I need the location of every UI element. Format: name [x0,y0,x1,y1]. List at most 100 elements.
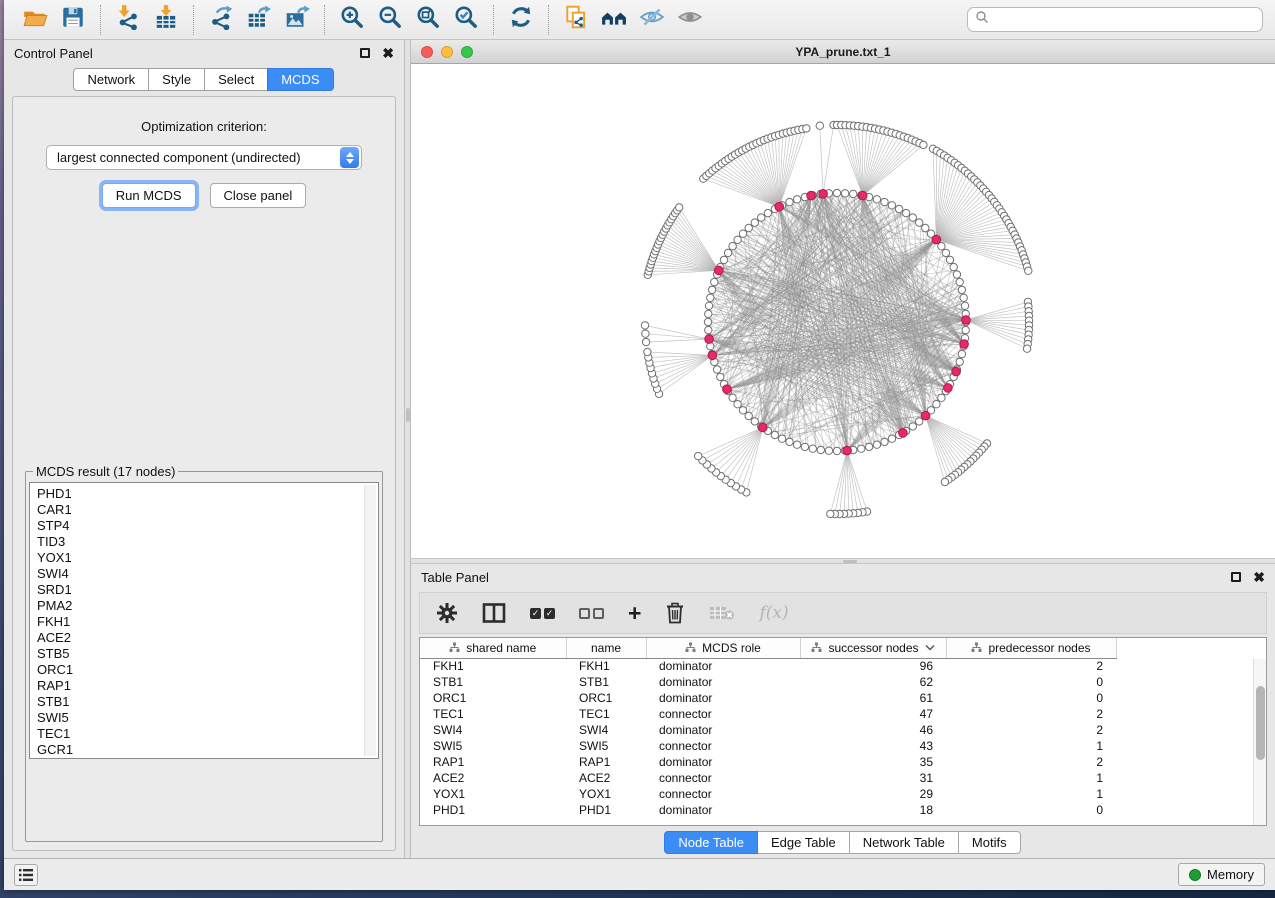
task-history-button[interactable] [14,864,38,886]
table-row[interactable]: TEC1TEC1connector472 [420,706,1116,722]
graph-node[interactable] [888,435,895,442]
mcds-result-item[interactable]: SWI4 [37,566,360,582]
graph-node[interactable] [695,452,702,459]
dominator-node[interactable] [960,340,969,349]
table-cell[interactable]: ORC1 [420,690,566,706]
graph-node[interactable] [895,205,902,212]
graph-node[interactable] [841,190,848,197]
delete-table-button[interactable] [709,598,735,628]
mcds-list-scrollbar[interactable] [364,485,376,756]
float-panel-icon[interactable] [360,48,370,58]
dominator-node[interactable] [858,191,867,200]
tab-network-table[interactable]: Network Table [849,831,959,854]
float-panel-icon[interactable] [1231,572,1241,582]
dominator-node[interactable] [944,384,953,393]
table-row[interactable]: YOX1YOX1connector291 [420,786,1116,802]
graph-node[interactable] [916,219,923,226]
optimization-criterion-select[interactable]: largest connected component (undirected) [46,145,362,170]
zoom-out-button[interactable] [374,4,406,36]
show-all-button[interactable] [674,4,706,36]
table-cell[interactable]: RAP1 [566,754,646,770]
open-file-button[interactable] [19,4,51,36]
dominator-node[interactable] [899,429,908,438]
table-cell[interactable]: FKH1 [420,658,566,674]
table-row[interactable]: RAP1RAP1dominator352 [420,754,1116,770]
table-cell[interactable]: SWI4 [566,722,646,738]
table-cell[interactable]: SWI5 [566,738,646,754]
vertical-splitter[interactable] [404,40,411,858]
graph-node[interactable] [713,366,720,373]
graph-node[interactable] [778,435,785,442]
mcds-result-item[interactable]: TEC1 [37,726,360,742]
function-builder-button[interactable]: f(x) [759,598,788,628]
table-cell[interactable]: connector [646,786,800,802]
table-cell[interactable]: 2 [946,658,1116,674]
table-cell[interactable]: SWI5 [420,738,566,754]
table-cell[interactable]: 0 [946,802,1116,818]
table-cell[interactable]: YOX1 [420,786,566,802]
clone-network-button[interactable] [560,4,592,36]
graph-node[interactable] [956,358,963,365]
graph-node[interactable] [1025,267,1032,274]
graph-node[interactable] [793,196,800,203]
table-cell[interactable]: 35 [800,754,946,770]
graph-node[interactable] [786,438,793,445]
graph-node[interactable] [958,286,965,293]
search-input[interactable] [994,12,1255,28]
graph-node[interactable] [902,209,909,216]
delete-column-button[interactable] [665,598,685,628]
dominator-node[interactable] [952,367,961,376]
graph-node[interactable] [676,204,683,211]
graph-node[interactable] [833,447,840,454]
save-session-button[interactable] [57,4,89,36]
graph-node[interactable] [751,418,758,425]
run-mcds-button[interactable]: Run MCDS [102,183,196,208]
graph-node[interactable] [717,373,724,380]
table-cell[interactable]: STB1 [566,674,646,690]
mcds-result-item[interactable]: YOX1 [37,550,360,566]
refresh-view-button[interactable] [505,4,537,36]
table-row[interactable]: ORC1ORC1dominator610 [420,690,1116,706]
hide-selected-button[interactable] [636,4,668,36]
deselect-all-rows-button[interactable] [579,598,604,628]
close-panel-button[interactable]: Close panel [210,183,307,208]
table-scrollbar[interactable] [1253,659,1266,825]
graph-node[interactable] [809,445,816,452]
dominator-node[interactable] [775,202,784,211]
graph-node[interactable] [771,431,778,438]
graph-node[interactable] [801,443,808,450]
graph-node[interactable] [729,243,736,250]
table-cell[interactable]: STB1 [420,674,566,690]
table-cell[interactable]: dominator [646,802,800,818]
graph-node[interactable] [941,478,948,485]
table-cell[interactable]: 29 [800,786,946,802]
table-cell[interactable]: connector [646,770,800,786]
zoom-selected-button[interactable] [450,4,482,36]
dominator-node[interactable] [921,411,930,420]
table-row[interactable]: FKH1FKH1dominator962 [420,658,1116,674]
graph-node[interactable] [764,209,771,216]
tab-mcds[interactable]: MCDS [267,68,333,91]
graph-node[interactable] [956,278,963,285]
graph-node[interactable] [922,224,929,231]
table-cell[interactable]: SWI4 [420,722,566,738]
table-cell[interactable]: 43 [800,738,946,754]
graph-node[interactable] [950,263,957,270]
zoom-in-button[interactable] [336,4,368,36]
window-minimize-button[interactable] [441,46,453,58]
tab-select[interactable]: Select [204,68,268,91]
table-row[interactable]: STB1STB1dominator620 [420,674,1116,690]
graph-node[interactable] [793,441,800,448]
table-cell[interactable]: 1 [946,738,1116,754]
table-cell[interactable]: dominator [646,674,800,690]
table-cell[interactable]: 62 [800,674,946,690]
dominator-node[interactable] [759,423,768,432]
add-column-button[interactable]: + [628,598,641,628]
mcds-result-item[interactable]: ACE2 [37,630,360,646]
table-row[interactable]: SWI5SWI5connector431 [420,738,1116,754]
close-panel-icon[interactable]: ✖ [1253,572,1265,582]
graph-node[interactable] [825,447,832,454]
mcds-result-item[interactable]: SRD1 [37,582,360,598]
table-row[interactable]: ACE2ACE2connector311 [420,770,1116,786]
dominator-node[interactable] [715,266,724,275]
